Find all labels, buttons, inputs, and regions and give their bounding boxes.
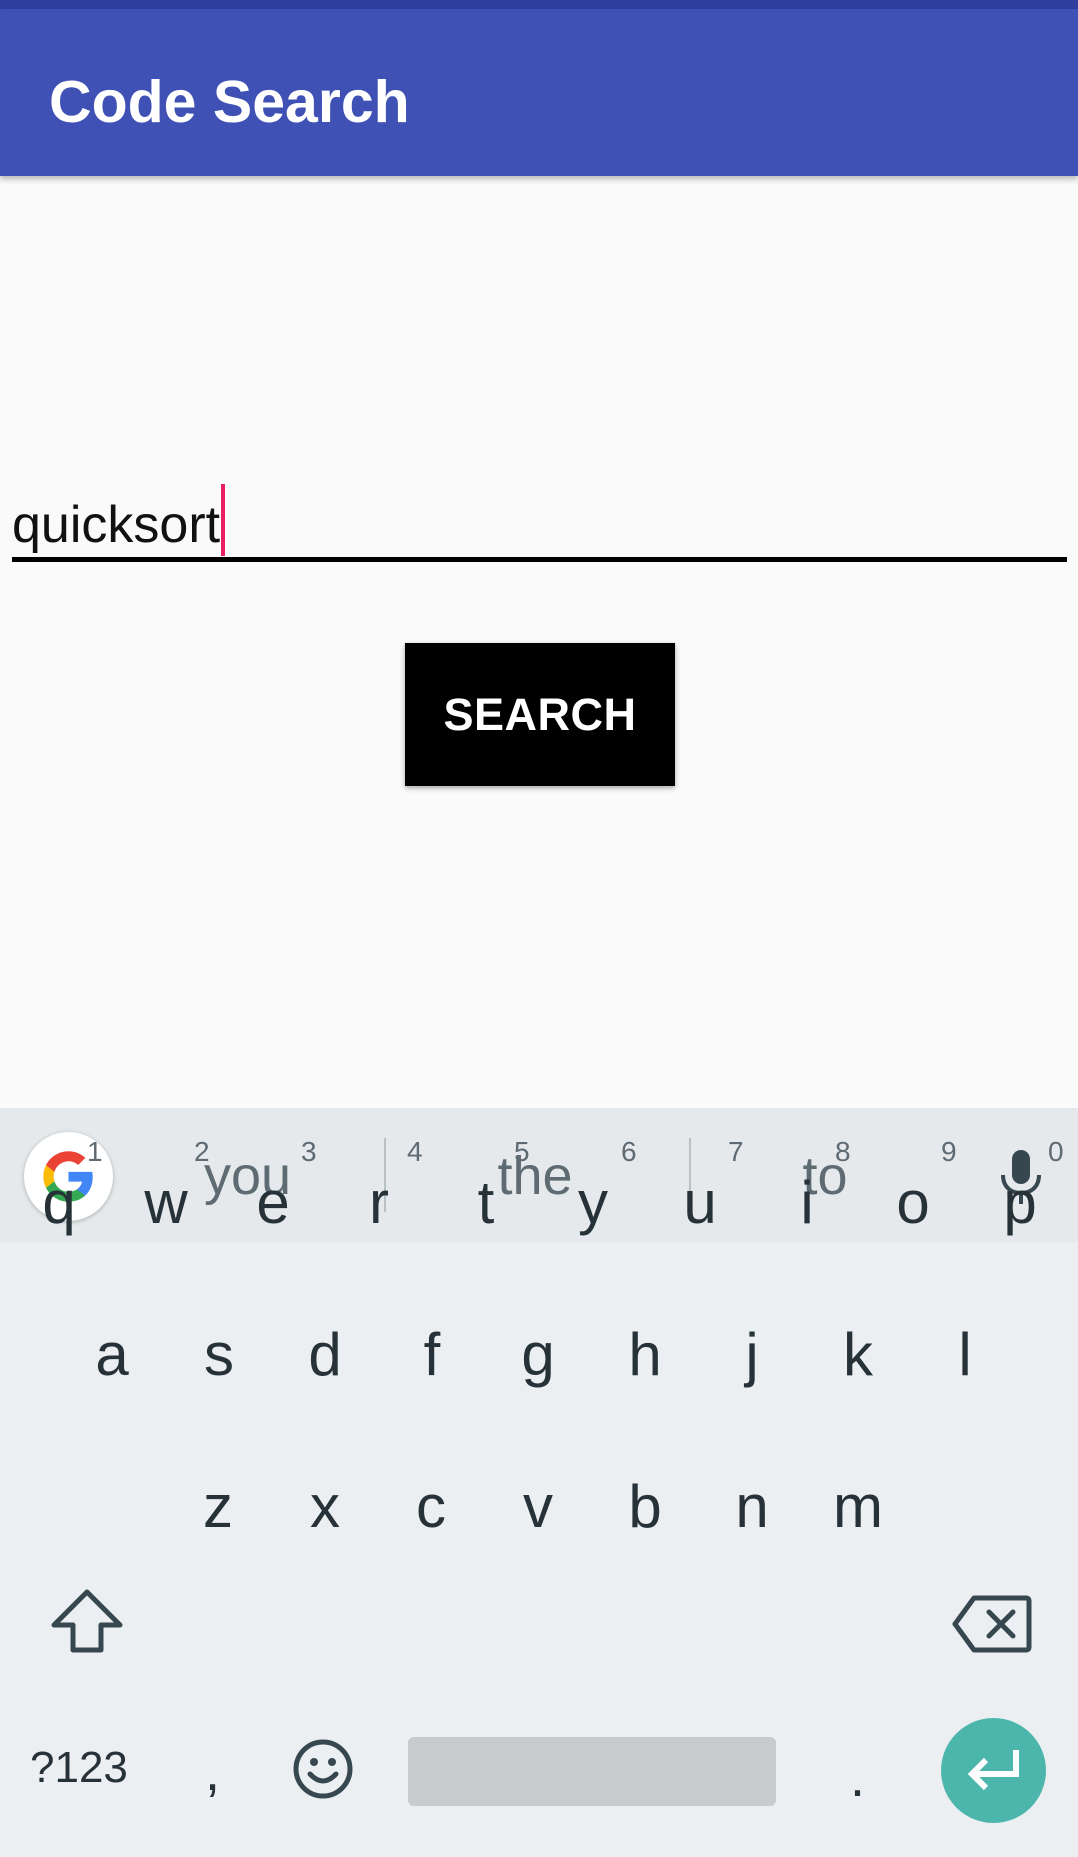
key-j[interactable]: j	[702, 1280, 802, 1400]
key-label: u	[683, 1169, 717, 1236]
key-y[interactable]: y6	[543, 1128, 643, 1248]
shift-icon[interactable]	[49, 1587, 125, 1660]
key-label: p	[1003, 1169, 1037, 1236]
key-e[interactable]: e3	[223, 1128, 323, 1248]
symbols-key[interactable]: ?123	[30, 1740, 128, 1796]
key-z[interactable]: z	[168, 1432, 268, 1552]
key-b[interactable]: b	[595, 1432, 695, 1552]
search-input[interactable]: quicksort	[12, 470, 1067, 562]
key-n[interactable]: n	[702, 1432, 802, 1552]
key-number-hint: 8	[835, 1136, 851, 1167]
key-i[interactable]: i8	[757, 1128, 857, 1248]
key-label: s	[204, 1321, 234, 1388]
key-label: y	[578, 1169, 608, 1236]
emoji-icon[interactable]	[292, 1738, 354, 1805]
key-label: z	[203, 1473, 233, 1540]
key-label: q	[42, 1169, 76, 1236]
key-label: g	[521, 1321, 555, 1388]
key-c[interactable]: c	[381, 1432, 481, 1552]
key-label: j	[745, 1321, 759, 1388]
key-number-hint: 6	[621, 1136, 637, 1167]
key-a[interactable]: a	[62, 1280, 162, 1400]
key-p[interactable]: p0	[970, 1128, 1070, 1248]
key-label: h	[628, 1321, 662, 1388]
key-number-hint: 0	[1048, 1136, 1064, 1167]
app-title: Code Search	[49, 69, 410, 135]
backspace-icon[interactable]	[952, 1594, 1032, 1659]
key-label: o	[896, 1169, 930, 1236]
period-key[interactable]: .	[850, 1748, 865, 1808]
search-button[interactable]: SEARCH	[405, 643, 675, 786]
space-bar[interactable]	[408, 1737, 776, 1806]
enter-key[interactable]	[941, 1718, 1046, 1823]
app-bar: Code Search	[0, 9, 1078, 176]
key-number-hint: 4	[407, 1136, 423, 1167]
key-label: r	[369, 1169, 389, 1236]
key-g[interactable]: g	[488, 1280, 588, 1400]
key-label: c	[416, 1473, 446, 1540]
key-s[interactable]: s	[169, 1280, 269, 1400]
comma-key[interactable]: ,	[205, 1742, 220, 1802]
key-label: w	[144, 1169, 188, 1236]
status-bar	[0, 0, 1078, 9]
key-t[interactable]: t5	[436, 1128, 536, 1248]
key-number-hint: 7	[728, 1136, 744, 1167]
key-label: x	[310, 1473, 340, 1540]
key-label: i	[800, 1169, 814, 1236]
key-number-hint: 3	[301, 1136, 317, 1167]
key-v[interactable]: v	[488, 1432, 588, 1552]
key-x[interactable]: x	[275, 1432, 375, 1552]
key-number-hint: 1	[87, 1136, 103, 1167]
key-k[interactable]: k	[808, 1280, 908, 1400]
key-label: a	[95, 1321, 129, 1388]
key-label: b	[628, 1473, 662, 1540]
key-l[interactable]: l	[915, 1280, 1015, 1400]
key-label: k	[843, 1321, 873, 1388]
key-o[interactable]: o9	[863, 1128, 963, 1248]
key-number-hint: 2	[194, 1136, 210, 1167]
key-label: v	[523, 1473, 553, 1540]
text-cursor	[221, 484, 226, 556]
key-label: l	[958, 1321, 972, 1388]
key-r[interactable]: r4	[329, 1128, 429, 1248]
key-label: m	[833, 1473, 883, 1540]
key-label: t	[477, 1169, 495, 1236]
search-input-value: quicksort	[12, 484, 226, 556]
enter-icon	[967, 1750, 1019, 1791]
key-m[interactable]: m	[808, 1432, 908, 1552]
key-label: d	[308, 1321, 342, 1388]
key-q[interactable]: q1	[9, 1128, 109, 1248]
key-label: f	[423, 1321, 441, 1388]
key-number-hint: 9	[941, 1136, 957, 1167]
key-w[interactable]: w2	[116, 1128, 216, 1248]
key-u[interactable]: u7	[650, 1128, 750, 1248]
key-label: n	[735, 1473, 769, 1540]
key-f[interactable]: f	[382, 1280, 482, 1400]
key-number-hint: 5	[514, 1136, 530, 1167]
key-d[interactable]: d	[275, 1280, 375, 1400]
key-label: e	[256, 1169, 290, 1236]
key-h[interactable]: h	[595, 1280, 695, 1400]
